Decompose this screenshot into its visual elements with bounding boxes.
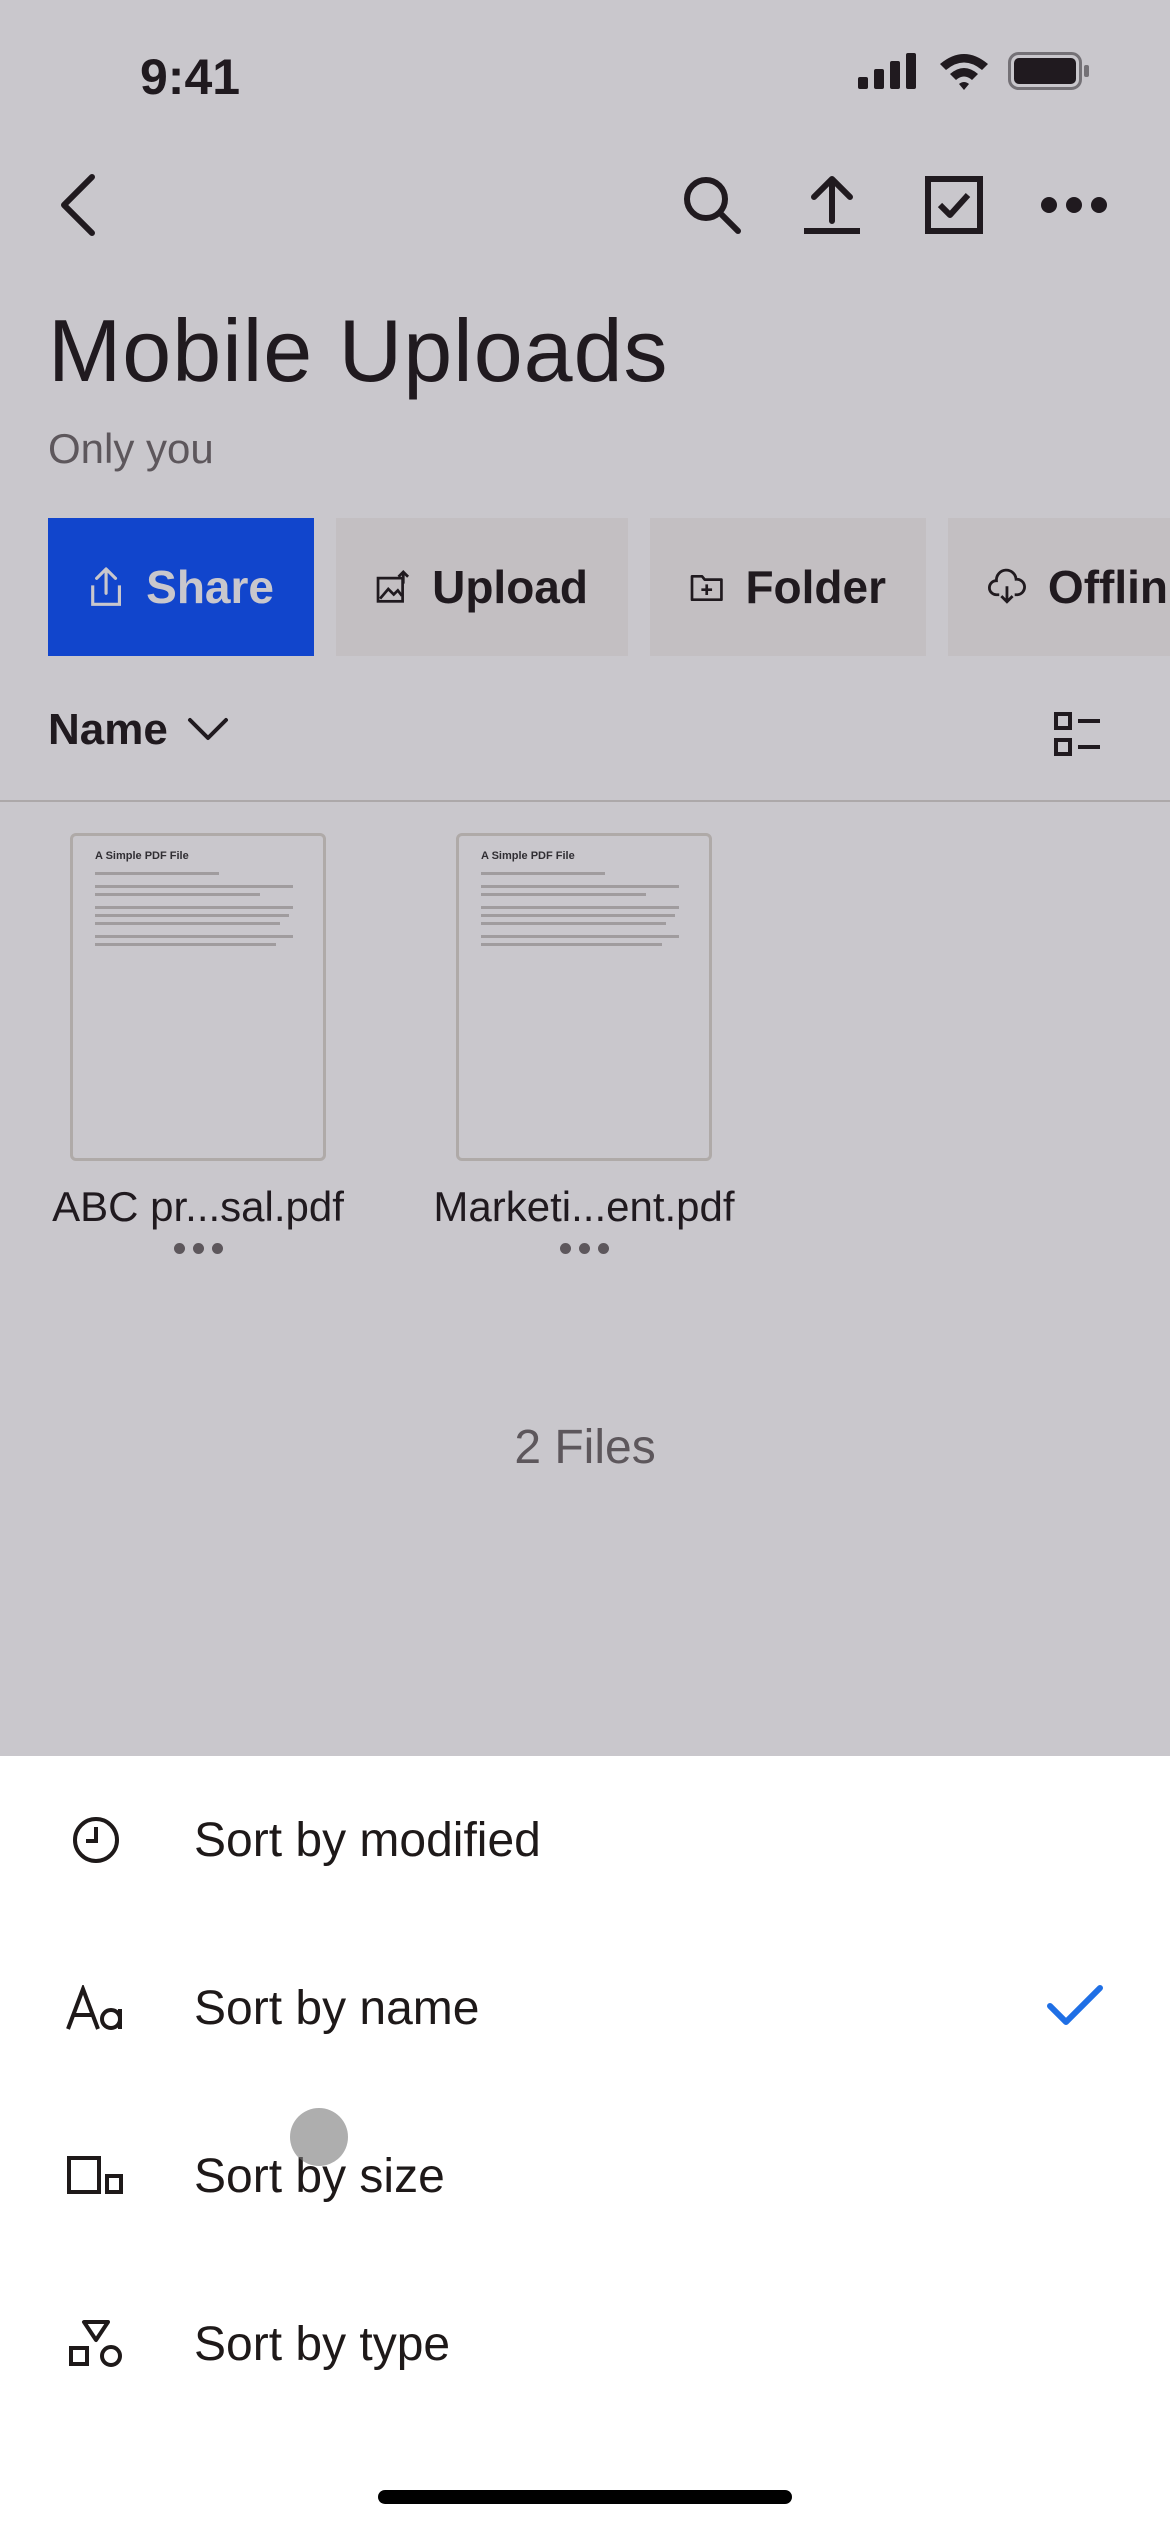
shapes-icon — [66, 2314, 126, 2374]
size-icon — [66, 2146, 126, 2206]
checkmark-icon — [1046, 1984, 1104, 2033]
sort-by-size-option[interactable]: Sort by size — [0, 2092, 1170, 2260]
text-case-icon — [66, 1978, 126, 2038]
option-label: Sort by type — [194, 2317, 451, 2371]
sort-by-modified-option[interactable]: Sort by modified — [0, 1756, 1170, 1924]
sort-by-name-option[interactable]: Sort by name — [0, 1924, 1170, 2092]
home-indicator[interactable] — [378, 2490, 792, 2504]
sort-by-type-option[interactable]: Sort by type — [0, 2260, 1170, 2428]
sort-options-sheet: Sort by modified Sort by name Sort by si… — [0, 1756, 1170, 2532]
option-label: Sort by modified — [194, 1813, 541, 1867]
option-label: Sort by name — [194, 1981, 480, 2035]
touch-indicator — [290, 2108, 348, 2166]
clock-icon — [66, 1810, 126, 1870]
modal-overlay[interactable] — [0, 0, 1170, 1756]
